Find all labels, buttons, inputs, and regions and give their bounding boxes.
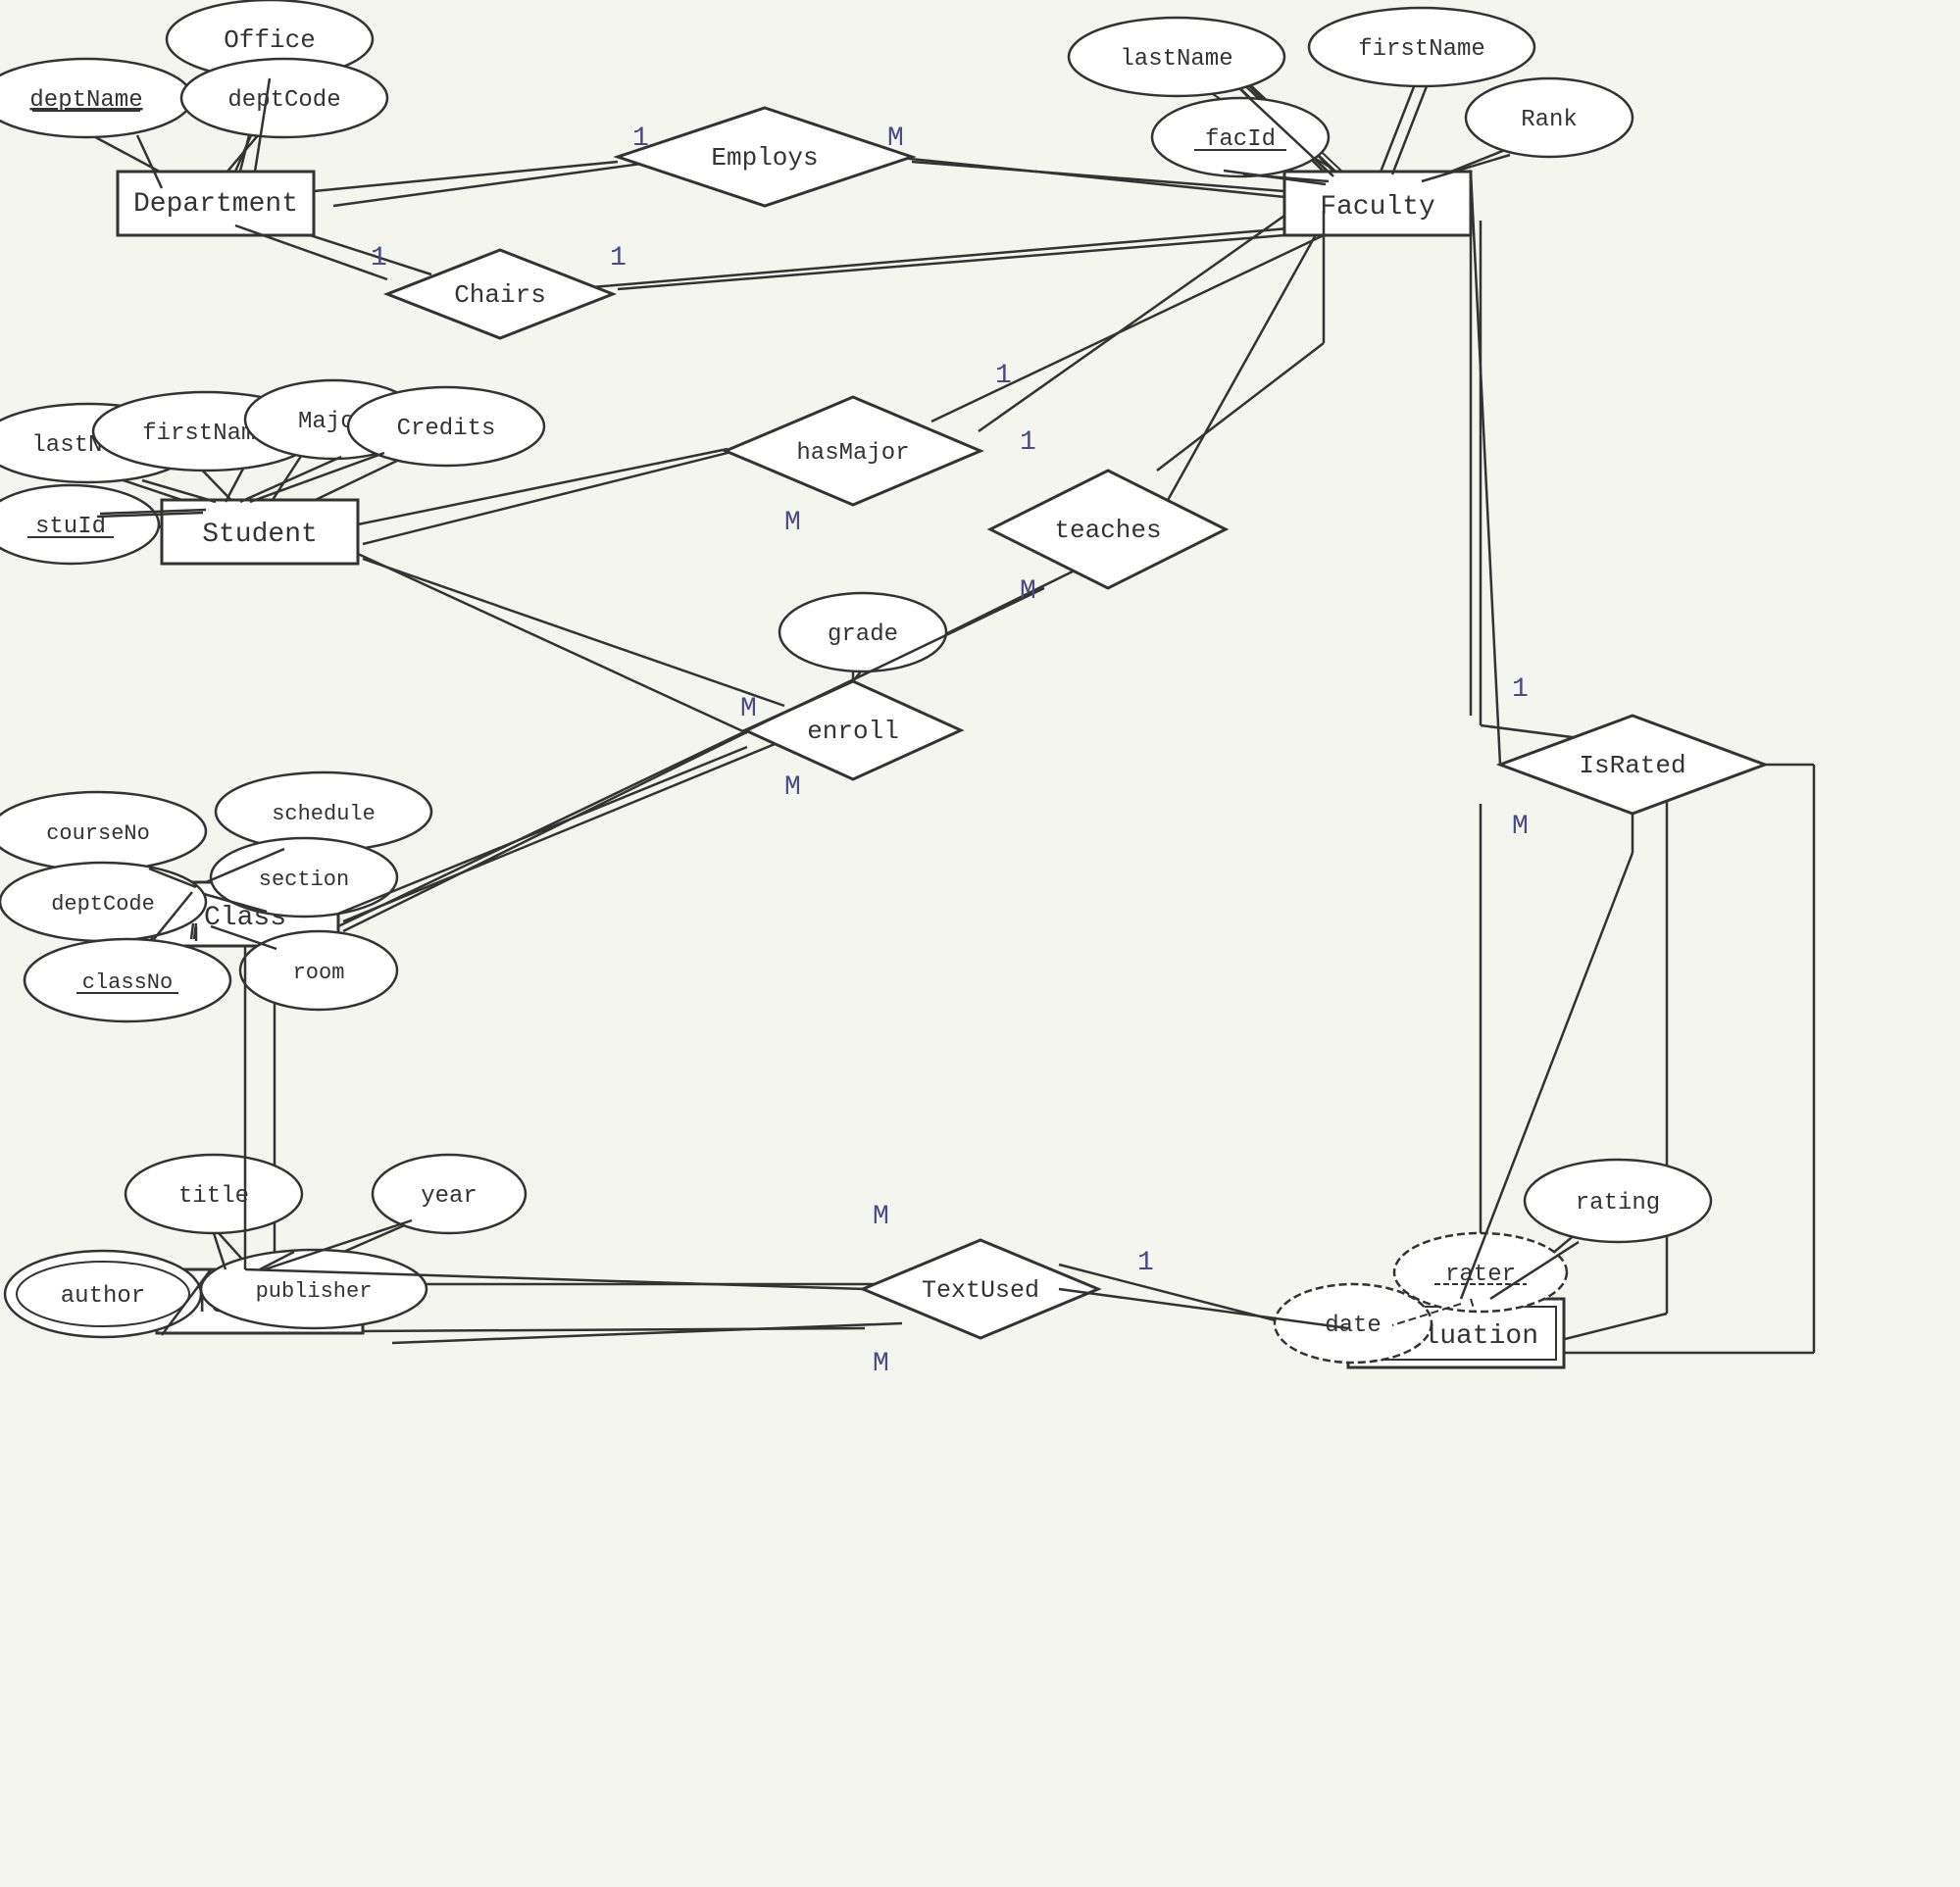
rel-teaches-label: teaches bbox=[1054, 516, 1161, 545]
card-teaches-m: M bbox=[1020, 576, 1036, 607]
rel-employs-label: Employs bbox=[711, 143, 818, 173]
card-hasmajor-m: M bbox=[784, 508, 801, 538]
attr-cls-schedule-label: schedule bbox=[272, 802, 376, 826]
attr-enroll-grade-label: grade bbox=[828, 621, 898, 648]
card-employs-1: 1 bbox=[632, 124, 649, 154]
card-israted-1: 1 bbox=[1512, 674, 1529, 705]
er-diagram: Department Faculty Student Class Textboo… bbox=[0, 0, 1960, 1887]
attr-deptname-label: deptName bbox=[29, 87, 142, 114]
rel-hasmajor-label: hasMajor bbox=[796, 440, 909, 467]
card-enroll-m2: M bbox=[784, 772, 801, 803]
attr-ev-rating-label: rating bbox=[1576, 1190, 1660, 1217]
rel-enroll-label: enroll bbox=[807, 717, 899, 746]
card-textused-1: 1 bbox=[1137, 1248, 1154, 1278]
entity-student-label: Student bbox=[202, 520, 318, 550]
card-enroll-m1: M bbox=[740, 694, 757, 724]
card-chairs-1b: 1 bbox=[610, 243, 627, 273]
attr-cls-classno-label: classNo bbox=[82, 970, 173, 995]
attr-cls-section-label: section bbox=[259, 868, 349, 892]
attr-cls-deptcode-label: deptCode bbox=[51, 892, 155, 917]
attr-office-label: Office bbox=[224, 25, 316, 55]
attr-stu-stuid-label: stuId bbox=[35, 514, 106, 540]
attr-fac-firstname-label: firstName bbox=[1358, 36, 1485, 63]
attr-deptcode-label: deptCode bbox=[227, 87, 340, 114]
card-hasmajor-1: 1 bbox=[995, 361, 1012, 391]
card-israted-m: M bbox=[1512, 812, 1529, 842]
attr-tb-author-label: author bbox=[61, 1283, 145, 1310]
card-employs-m: M bbox=[887, 124, 904, 154]
attr-cls-room-label: room bbox=[293, 961, 345, 985]
attr-tb-year-label: year bbox=[421, 1183, 477, 1210]
rel-chairs-label: Chairs bbox=[454, 280, 546, 310]
entity-department-label: Department bbox=[133, 189, 298, 220]
card-chairs-1a: 1 bbox=[371, 243, 387, 273]
attr-tb-title-label: title bbox=[178, 1183, 249, 1210]
attr-cls-courseno-label: courseNo bbox=[46, 821, 150, 846]
attr-tb-publisher-label: publisher bbox=[256, 1279, 373, 1304]
card-textused-m2: M bbox=[873, 1349, 889, 1379]
card-teaches-1: 1 bbox=[1020, 427, 1036, 458]
attr-stu-credits-label: Credits bbox=[397, 416, 496, 442]
attr-fac-lastname-label: lastName bbox=[1120, 46, 1232, 73]
card-textused-m1: M bbox=[873, 1202, 889, 1232]
attr-fac-facid-label: facId bbox=[1205, 126, 1276, 153]
attr-fac-rank-label: Rank bbox=[1521, 107, 1578, 133]
entity-faculty-label: Faculty bbox=[1320, 192, 1435, 223]
rel-israted-label: IsRated bbox=[1579, 751, 1685, 780]
rel-textused-label: TextUsed bbox=[922, 1276, 1039, 1305]
